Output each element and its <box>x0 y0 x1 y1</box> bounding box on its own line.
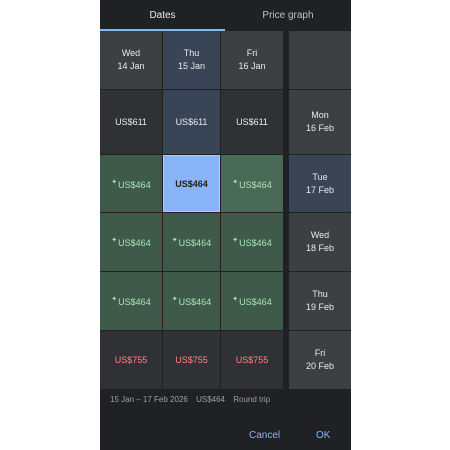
sparkle-icon: ✦ <box>171 237 178 244</box>
return-header-day: Tue <box>312 171 328 182</box>
corner-cell <box>289 31 351 89</box>
return-header-wed-18-feb[interactable]: Wed 18 Feb <box>289 213 351 271</box>
sparkle-icon: ✦ <box>232 237 239 244</box>
sparkle-icon: ✦ <box>111 296 118 303</box>
return-header-day: Fri <box>314 348 326 358</box>
return-header-date: 19 Feb <box>305 302 335 312</box>
price-label: US$611 <box>175 117 208 127</box>
price-label: US$464 <box>118 238 151 248</box>
depart-header-day: Wed <box>121 48 141 58</box>
price-cell-lowest[interactable]: ✦US$464 <box>163 272 220 330</box>
depart-header-thu-15-jan[interactable]: Thu 15 Jan <box>163 31 220 89</box>
price-cell-high[interactable]: US$755 <box>221 331 283 389</box>
price-label: US$464 <box>118 297 151 307</box>
sparkle-icon: ✦ <box>111 237 118 244</box>
return-header-day: Mon <box>311 110 329 120</box>
price-label: US$464 <box>178 238 212 248</box>
depart-header-date: 14 Jan <box>117 61 145 71</box>
summary-price: US$464 <box>196 395 225 404</box>
summary-trip-type: Round trip <box>233 395 271 404</box>
sparkle-icon: ✦ <box>232 178 239 186</box>
return-header-mon-16-feb[interactable]: Mon 16 Feb <box>289 90 351 154</box>
return-header-date: 20 Feb <box>305 361 335 371</box>
price-cell-high[interactable]: US$755 <box>163 331 220 389</box>
date-grid-panel: Dates Price graph Wed 14 Jan Thu 15 Jan … <box>100 0 351 450</box>
return-header-date: 18 Feb <box>305 243 335 253</box>
price-cell-lowest[interactable]: ✦US$464 <box>100 272 162 330</box>
return-header-thu-19-feb[interactable]: Thu 19 Feb <box>289 272 351 330</box>
price-cell-lowest[interactable]: ✦US$464 <box>221 213 283 271</box>
price-grid: Wed 14 Jan Thu 15 Jan Fri 16 Jan US$611 … <box>100 31 351 389</box>
price-cell-lowest[interactable]: ✦US$464 <box>100 213 162 271</box>
price-label: US$464 <box>178 297 212 307</box>
price-label: US$611 <box>115 117 147 127</box>
return-header-date: 16 Feb <box>305 123 335 133</box>
price-cell-lowest[interactable]: ✦US$464 <box>221 155 283 212</box>
return-header-fri-20-feb[interactable]: Fri 20 Feb <box>289 331 351 389</box>
sparkle-icon: ✦ <box>171 296 178 303</box>
price-label: US$755 <box>175 355 208 365</box>
depart-header-wed-14-jan[interactable]: Wed 14 Jan <box>100 31 162 89</box>
price-cell[interactable]: US$611 <box>221 90 283 154</box>
price-label: US$464 <box>239 179 272 190</box>
sparkle-icon: ✦ <box>232 296 239 303</box>
depart-header-fri-16-jan[interactable]: Fri 16 Jan <box>221 31 283 89</box>
depart-header-day: Fri <box>246 48 258 58</box>
tab-price-graph[interactable]: Price graph <box>225 0 351 31</box>
price-label: US$611 <box>236 117 268 127</box>
return-header-day: Thu <box>312 289 328 299</box>
price-label: US$464 <box>239 238 272 248</box>
summary-dates: 15 Jan – 17 Feb 2026 <box>110 395 188 404</box>
depart-header-date: 15 Jan <box>177 61 206 71</box>
price-cell[interactable]: US$611 <box>163 90 220 154</box>
price-cell-lowest[interactable]: ✦US$464 <box>163 213 220 271</box>
depart-header-date: 16 Jan <box>238 61 266 71</box>
price-label: US$464 <box>118 179 151 190</box>
price-label: US$755 <box>114 355 148 365</box>
dialog-actions: Cancel OK <box>100 425 351 450</box>
price-label: US$755 <box>235 355 269 365</box>
price-label: US$464 <box>239 297 272 307</box>
price-label: US$464 <box>175 178 208 189</box>
cancel-button[interactable]: Cancel <box>249 430 280 441</box>
selection-summary: 15 Jan – 17 Feb 2026 US$464 Round trip <box>100 389 351 411</box>
price-cell-high[interactable]: US$755 <box>100 331 162 389</box>
return-header-tue-17-feb[interactable]: Tue 17 Feb <box>289 155 351 212</box>
price-cell[interactable]: US$611 <box>100 90 162 154</box>
return-header-day: Wed <box>310 230 330 240</box>
price-cell-lowest[interactable]: ✦US$464 <box>221 272 283 330</box>
tab-bar: Dates Price graph <box>100 0 351 31</box>
tab-dates[interactable]: Dates <box>100 0 225 31</box>
sparkle-icon: ✦ <box>111 178 118 186</box>
return-header-date: 17 Feb <box>305 184 335 195</box>
price-cell-selected[interactable]: US$464 <box>163 155 220 212</box>
depart-header-day: Thu <box>183 48 200 58</box>
ok-button[interactable]: OK <box>316 430 330 441</box>
price-cell-lowest[interactable]: ✦US$464 <box>100 155 162 212</box>
